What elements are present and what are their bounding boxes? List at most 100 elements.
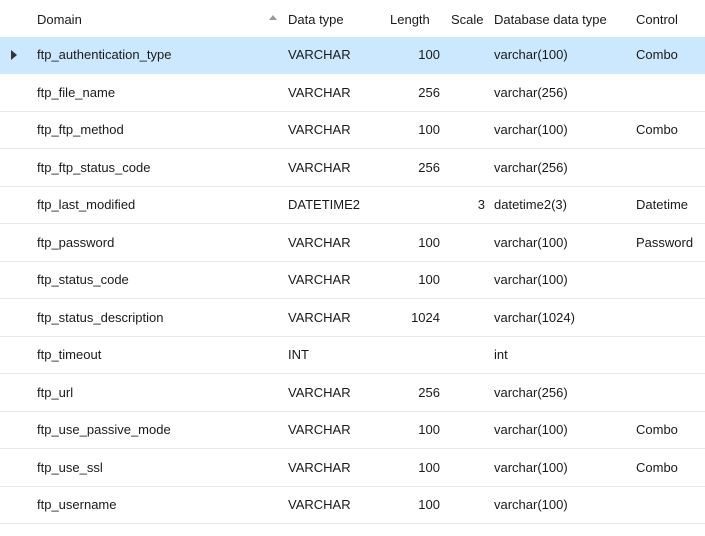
cell-length[interactable]: 100: [384, 112, 440, 148]
cell-scale[interactable]: 3: [446, 187, 485, 223]
cell-database-data-type[interactable]: varchar(100): [494, 225, 630, 261]
cell-scale[interactable]: [446, 487, 485, 523]
cell-length[interactable]: 100: [384, 262, 440, 298]
cell-control[interactable]: [636, 375, 705, 411]
cell-scale[interactable]: [446, 75, 485, 111]
table-row[interactable]: ftp_last_modified DATETIME2 3 datetime2(3) D…: [0, 187, 705, 224]
cell-control[interactable]: Combo: [636, 112, 705, 148]
column-header-length[interactable]: Length: [390, 11, 430, 29]
table-row[interactable]: ftp_file_name VARCHAR 256 varchar(256): [0, 75, 705, 112]
column-header-scale[interactable]: Scale: [451, 11, 484, 29]
cell-length[interactable]: 100: [384, 450, 440, 486]
cell-database-data-type[interactable]: varchar(256): [494, 150, 630, 186]
cell-control[interactable]: [636, 300, 705, 336]
cell-database-data-type[interactable]: varchar(100): [494, 112, 630, 148]
cell-length[interactable]: 100: [384, 37, 440, 73]
cell-data-type[interactable]: VARCHAR: [288, 225, 383, 261]
cell-length[interactable]: 256: [384, 375, 440, 411]
cell-data-type[interactable]: VARCHAR: [288, 450, 383, 486]
cell-domain[interactable]: ftp_password: [37, 225, 277, 261]
table-row[interactable]: ftp_username VARCHAR 100 varchar(100): [0, 487, 705, 524]
cell-control[interactable]: Datetime: [636, 187, 705, 223]
table-row[interactable]: ftp_timeout INT int: [0, 337, 705, 374]
cell-scale[interactable]: [446, 225, 485, 261]
table-row[interactable]: ftp_password VARCHAR 100 varchar(100) Passwo…: [0, 225, 705, 262]
cell-domain[interactable]: ftp_authentication_type: [37, 37, 277, 73]
cell-data-type[interactable]: VARCHAR: [288, 412, 383, 448]
table-row[interactable]: ftp_ftp_status_code VARCHAR 256 varchar(256…: [0, 150, 705, 187]
cell-data-type[interactable]: VARCHAR: [288, 75, 383, 111]
cell-domain[interactable]: ftp_url: [37, 375, 277, 411]
cell-length[interactable]: 256: [384, 150, 440, 186]
cell-control[interactable]: [636, 150, 705, 186]
cell-domain[interactable]: ftp_file_name: [37, 75, 277, 111]
column-header-data-type[interactable]: Data type: [288, 11, 344, 29]
cell-database-data-type[interactable]: varchar(100): [494, 262, 630, 298]
table-row[interactable]: ftp_authentication_type VARCHAR 100 varchar…: [0, 37, 705, 74]
column-header-database-data-type[interactable]: Database data type: [494, 11, 607, 29]
cell-data-type[interactable]: VARCHAR: [288, 262, 383, 298]
cell-data-type[interactable]: INT: [288, 337, 383, 373]
cell-database-data-type[interactable]: varchar(1024): [494, 300, 630, 336]
cell-length[interactable]: 100: [384, 412, 440, 448]
cell-scale[interactable]: [446, 412, 485, 448]
cell-length[interactable]: [384, 187, 440, 223]
cell-scale[interactable]: [446, 337, 485, 373]
cell-length[interactable]: 256: [384, 75, 440, 111]
table-row[interactable]: ftp_url VARCHAR 256 varchar(256): [0, 375, 705, 412]
cell-control[interactable]: [636, 75, 705, 111]
cell-database-data-type[interactable]: varchar(100): [494, 412, 630, 448]
cell-data-type[interactable]: VARCHAR: [288, 112, 383, 148]
domains-grid: Domain Data type Length Scale Database d…: [0, 0, 705, 536]
cell-domain[interactable]: ftp_ftp_status_code: [37, 150, 277, 186]
table-row[interactable]: ftp_use_ssl VARCHAR 100 varchar(100) Combo: [0, 450, 705, 487]
cell-data-type[interactable]: DATETIME2: [288, 187, 383, 223]
cell-scale[interactable]: [446, 375, 485, 411]
cell-scale[interactable]: [446, 300, 485, 336]
cell-database-data-type[interactable]: varchar(256): [494, 75, 630, 111]
cell-control[interactable]: Password: [636, 225, 705, 261]
cell-control[interactable]: [636, 487, 705, 523]
cell-control[interactable]: Combo: [636, 450, 705, 486]
cell-data-type[interactable]: VARCHAR: [288, 487, 383, 523]
cell-domain[interactable]: ftp_use_passive_mode: [37, 412, 277, 448]
table-row[interactable]: ftp_use_passive_mode VARCHAR 100 varchar(10…: [0, 412, 705, 449]
cell-length[interactable]: [384, 337, 440, 373]
cell-length[interactable]: 1024: [384, 300, 440, 336]
cell-database-data-type[interactable]: varchar(100): [494, 37, 630, 73]
cell-length[interactable]: 100: [384, 487, 440, 523]
cell-database-data-type[interactable]: varchar(100): [494, 487, 630, 523]
table-row[interactable]: ftp_ftp_method VARCHAR 100 varchar(100) Comb…: [0, 112, 705, 149]
cell-domain[interactable]: ftp_status_code: [37, 262, 277, 298]
cell-database-data-type[interactable]: varchar(256): [494, 375, 630, 411]
cell-length[interactable]: 100: [384, 225, 440, 261]
cell-scale[interactable]: [446, 37, 485, 73]
column-header-control[interactable]: Control: [636, 11, 678, 29]
table-row[interactable]: ftp_status_description VARCHAR 1024 varchar…: [0, 300, 705, 337]
cell-data-type[interactable]: VARCHAR: [288, 37, 383, 73]
cell-scale[interactable]: [446, 450, 485, 486]
cell-scale[interactable]: [446, 112, 485, 148]
cell-scale[interactable]: [446, 150, 485, 186]
cell-control[interactable]: [636, 337, 705, 373]
cell-scale[interactable]: [446, 262, 485, 298]
cell-database-data-type[interactable]: varchar(100): [494, 450, 630, 486]
cell-control[interactable]: [636, 262, 705, 298]
cell-data-type[interactable]: VARCHAR: [288, 375, 383, 411]
column-header-domain[interactable]: Domain: [37, 11, 82, 29]
cell-domain[interactable]: ftp_timeout: [37, 337, 277, 373]
grid-header: Domain Data type Length Scale Database d…: [0, 0, 705, 38]
cell-control[interactable]: Combo: [636, 37, 705, 73]
cell-domain[interactable]: ftp_status_description: [37, 300, 277, 336]
cell-data-type[interactable]: VARCHAR: [288, 300, 383, 336]
sort-ascending-icon[interactable]: [269, 15, 277, 20]
cell-domain[interactable]: ftp_last_modified: [37, 187, 277, 223]
cell-database-data-type[interactable]: int: [494, 337, 630, 373]
table-row[interactable]: ftp_status_code VARCHAR 100 varchar(100): [0, 262, 705, 299]
cell-domain[interactable]: ftp_ftp_method: [37, 112, 277, 148]
cell-domain[interactable]: ftp_use_ssl: [37, 450, 277, 486]
cell-data-type[interactable]: VARCHAR: [288, 150, 383, 186]
cell-control[interactable]: Combo: [636, 412, 705, 448]
cell-database-data-type[interactable]: datetime2(3): [494, 187, 630, 223]
cell-domain[interactable]: ftp_username: [37, 487, 277, 523]
